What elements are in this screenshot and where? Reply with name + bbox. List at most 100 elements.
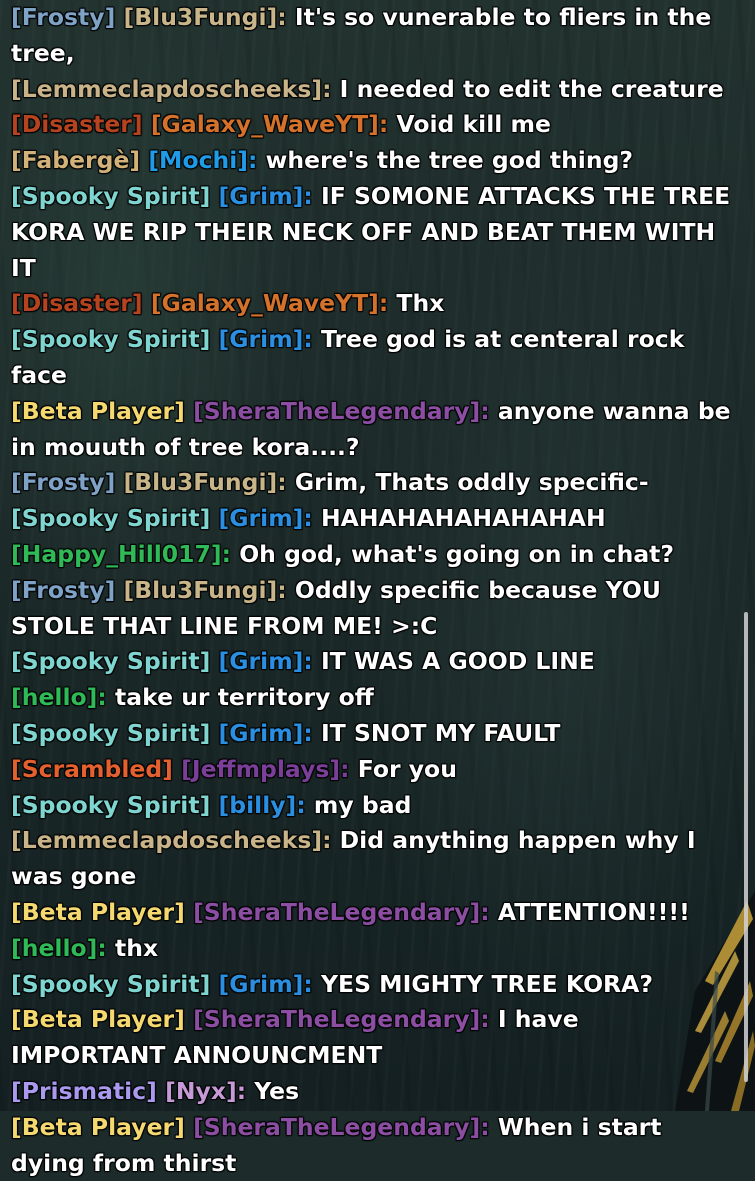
chat-title-tag[interactable]: [Spooky Spirit] — [11, 504, 210, 532]
chat-separator: : — [480, 1112, 490, 1141]
chat-title-tag[interactable]: [Spooky Spirit] — [11, 182, 210, 210]
chat-text: Yes — [246, 1076, 300, 1105]
chat-username[interactable]: [SheraTheLegendary] — [193, 397, 480, 425]
chat-text: YES MIGHTY TREE KORA? — [312, 969, 653, 998]
chat-username[interactable]: [Grim] — [219, 325, 304, 353]
chat-separator: : — [378, 289, 389, 318]
chat-separator: : — [303, 181, 313, 210]
chat-message: [Beta Player] [SheraTheLegendary]: ATTEN… — [11, 895, 739, 931]
chat-message: [Scrambled] [Jeffmplays]: For you — [11, 752, 739, 788]
chat-username[interactable]: [Galaxy_WaveYT] — [151, 110, 379, 138]
chat-title-tag[interactable]: [Frosty] — [11, 3, 115, 31]
chat-separator: : — [248, 146, 266, 175]
chat-separator: : — [303, 647, 313, 676]
chat-username[interactable]: [Happy_Hill017] — [11, 540, 222, 568]
chat-text: IT SNOT MY FAULT — [312, 718, 561, 747]
chat-title-tag[interactable]: [Spooky Spirit] — [11, 325, 210, 353]
chat-text: Oh god, what's going on in chat? — [231, 539, 675, 568]
chat-title-tag[interactable]: [Frosty] — [11, 468, 115, 496]
chat-username[interactable]: [SheraTheLegendary] — [193, 1005, 480, 1033]
chat-username[interactable]: [Lemmeclapdoscheeks] — [11, 75, 322, 103]
chat-username[interactable]: [billy] — [219, 791, 297, 819]
chat-username[interactable]: [Nyx] — [165, 1077, 237, 1105]
chat-separator: : — [378, 110, 389, 139]
chat-username[interactable]: [Mochi] — [148, 146, 248, 174]
chat-title-tag[interactable]: [Beta Player] — [11, 397, 185, 425]
chat-username[interactable]: [Grim] — [219, 182, 304, 210]
chat-title-tag[interactable]: [Prismatic] — [11, 1077, 157, 1105]
chat-username[interactable]: [Jeffmplays] — [181, 755, 340, 783]
chat-message: [Frosty] [Blu3Fungi]: Oddly specific bec… — [11, 573, 739, 645]
chat-title-tag[interactable]: [Fabergè] — [11, 146, 140, 174]
chat-title-tag[interactable]: [Spooky Spirit] — [11, 791, 210, 819]
chat-title-tag[interactable]: [Beta Player] — [11, 1113, 185, 1141]
chat-title-tag[interactable]: [Disaster] — [11, 289, 143, 317]
chat-separator: : — [97, 933, 107, 962]
chat-separator: : — [97, 683, 107, 712]
chat-title-tag[interactable]: [Spooky Spirit] — [11, 970, 210, 998]
chat-message: [Prismatic] [Nyx]: Yes — [11, 1074, 739, 1110]
chat-message: [Spooky Spirit] [billy]: my bad — [11, 788, 739, 824]
chat-separator: : — [303, 718, 313, 747]
chat-username[interactable]: [hello] — [11, 683, 97, 711]
chat-title-tag[interactable]: [Frosty] — [11, 576, 115, 604]
chat-username[interactable]: [Blu3Fungi] — [124, 3, 278, 31]
chat-message: [Frosty] [Blu3Fungi]: It's so vunerable … — [11, 0, 739, 72]
chat-message: [Disaster] [Galaxy_WaveYT]: Thx — [11, 286, 739, 322]
chat-message: [Fabergè] [Mochi]: where's the tree god … — [11, 143, 739, 179]
chat-text: Grim, Thats oddly specific- — [294, 468, 649, 497]
chat-username[interactable]: [Blu3Fungi] — [124, 576, 278, 604]
chat-message: [hello]: thx — [11, 931, 739, 967]
chat-username[interactable]: [Galaxy_WaveYT] — [151, 289, 379, 317]
chat-separator: : — [303, 969, 313, 998]
chat-text: For you — [357, 754, 457, 783]
chat-title-tag[interactable]: [Beta Player] — [11, 898, 185, 926]
chat-title-tag[interactable]: [Scrambled] — [11, 755, 173, 783]
chat-separator: : — [480, 1005, 490, 1034]
chat-message: [Spooky Spirit] [Grim]: IT SNOT MY FAULT — [11, 716, 739, 752]
chat-message: [Spooky Spirit] [Grim]: Tree god is at c… — [11, 322, 739, 394]
chat-message: [hello]: take ur territory off — [11, 680, 739, 716]
chat-title-tag[interactable]: [Spooky Spirit] — [11, 647, 210, 675]
chat-username[interactable]: [Lemmeclapdoscheeks] — [11, 826, 322, 854]
chat-text: HAHAHAHAHAHAHAH — [312, 504, 606, 533]
chat-message: [Beta Player] [SheraTheLegendary]: I hav… — [11, 1002, 739, 1074]
chat-message: [Beta Player] [SheraTheLegendary]: When … — [11, 1110, 739, 1181]
chat-separator: : — [296, 790, 306, 819]
chat-message: [Spooky Spirit] [Grim]: IT WAS A GOOD LI… — [11, 644, 739, 680]
chat-title-tag[interactable]: [Spooky Spirit] — [11, 719, 210, 747]
chat-separator: : — [340, 754, 358, 783]
chat-log: [Frosty] [Blu3Fungi]: It's so vunerable … — [11, 0, 739, 1181]
chat-username[interactable]: [Grim] — [219, 719, 304, 747]
chat-username[interactable]: [SheraTheLegendary] — [193, 898, 480, 926]
chat-username[interactable]: [SheraTheLegendary] — [193, 1113, 480, 1141]
chat-message: [Happy_Hill017]: Oh god, what's going on… — [11, 537, 739, 573]
chat-username[interactable]: [Blu3Fungi] — [124, 468, 278, 496]
chat-title-tag[interactable]: [Beta Player] — [11, 1005, 185, 1033]
chat-scrollbar-thumb[interactable] — [744, 612, 748, 1082]
chat-username[interactable]: [Grim] — [219, 647, 304, 675]
chat-text: thx — [106, 933, 159, 962]
chat-separator: : — [277, 575, 295, 604]
chat-message: [Lemmeclapdoscheeks]: Did anything happe… — [11, 823, 739, 895]
chat-separator: : — [277, 468, 295, 497]
chat-message: [Spooky Spirit] [Grim]: IF SOMONE ATTACK… — [11, 179, 739, 286]
chat-username[interactable]: [Grim] — [219, 504, 304, 532]
chat-separator: : — [480, 396, 490, 425]
chat-title-tag[interactable]: [Disaster] — [11, 110, 143, 138]
chat-separator: : — [303, 504, 313, 533]
chat-text: where's the tree god thing? — [265, 146, 634, 175]
chat-separator: : — [221, 539, 232, 568]
chat-message: [Beta Player] [SheraTheLegendary]: anyon… — [11, 394, 739, 466]
chat-text: take ur territory off — [106, 683, 374, 712]
chat-text: I needed to edit the creature — [331, 74, 724, 103]
chat-separator: : — [480, 897, 490, 926]
chat-text: IT WAS A GOOD LINE — [312, 647, 595, 676]
chat-message: [Spooky Spirit] [Grim]: HAHAHAHAHAHAHAH — [11, 501, 739, 537]
chat-message: [Disaster] [Galaxy_WaveYT]: Void kill me — [11, 107, 739, 143]
chat-text: ATTENTION!!!! — [489, 897, 690, 926]
chat-message: [Frosty] [Blu3Fungi]: Grim, Thats oddly … — [11, 465, 739, 501]
chat-username[interactable]: [Grim] — [219, 970, 304, 998]
chat-text: my bad — [305, 790, 412, 819]
chat-username[interactable]: [hello] — [11, 934, 97, 962]
